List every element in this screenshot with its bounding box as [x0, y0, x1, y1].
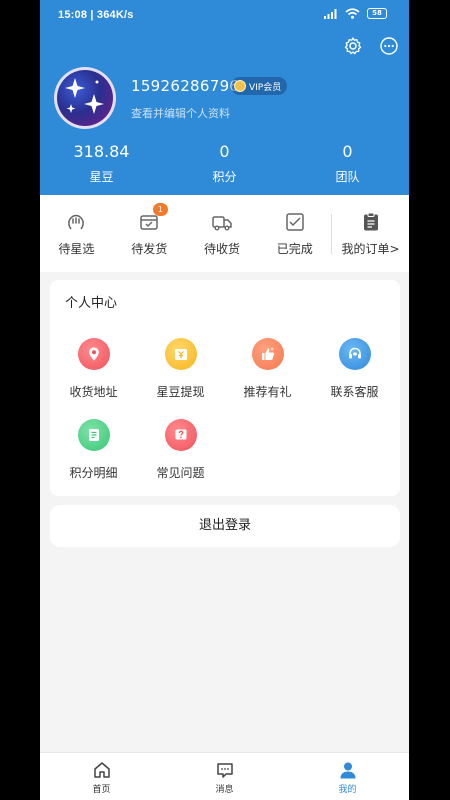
order-label: 待收货 [203, 241, 240, 256]
edit-profile-link[interactable]: 查看并编辑个人资料 [131, 105, 230, 121]
profile-header: 15:08 | 364K/s 58 15926286796 VIP会员 查看并编… [40, 0, 409, 195]
stats-row: 318.84 星豆 0 积分 0 团队 [40, 142, 409, 185]
location-icon [77, 338, 110, 370]
signal-icon [324, 8, 337, 19]
list-icon [77, 419, 110, 451]
bottom-tab-bar: 首页 消息 我的 [40, 752, 409, 800]
question-icon [164, 419, 197, 451]
menu-label: 收货地址 [69, 385, 118, 399]
headset-icon [338, 338, 371, 370]
stat-value: 0 [342, 142, 353, 161]
status-bar: 15:08 | 364K/s 58 [40, 0, 409, 30]
tab-label: 首页 [92, 785, 111, 795]
order-label: 待发货 [131, 241, 168, 256]
stat-stardust[interactable]: 318.84 星豆 [40, 142, 163, 185]
stat-team[interactable]: 0 团队 [286, 142, 409, 185]
personal-center-card: 个人中心 收货地址 星豆提现 推荐有礼 联系客服 积分明细 常见问题 [50, 280, 400, 496]
vip-badge: VIP会员 [231, 77, 288, 95]
tab-mine[interactable]: 我的 [286, 753, 409, 800]
app-screen: 15:08 | 364K/s 58 15926286796 VIP会员 查看并编… [40, 0, 409, 800]
tab-label: 消息 [215, 785, 234, 795]
order-status-bar: 待星选 1 待发货 待收货 已完成 我的订单> [40, 195, 409, 272]
menu-label: 常见问题 [156, 466, 205, 480]
order-count-badge: 1 [152, 202, 168, 216]
done-icon [286, 212, 304, 231]
stat-label: 星豆 [89, 170, 114, 184]
tab-home[interactable]: 首页 [40, 753, 163, 800]
home-icon [93, 762, 110, 778]
wifi-icon [345, 8, 360, 19]
avatar[interactable] [54, 67, 116, 129]
user-icon [340, 762, 355, 779]
medal-icon [234, 80, 246, 92]
stat-points[interactable]: 0 积分 [163, 142, 286, 185]
stat-value: 0 [219, 142, 230, 161]
logout-button[interactable]: 退出登录 [50, 505, 400, 547]
thumbs-up-icon [251, 338, 284, 370]
order-label: 待星选 [58, 241, 95, 256]
menu-customer-service[interactable]: 联系客服 [311, 338, 398, 400]
section-title: 个人中心 [65, 296, 118, 311]
order-pending-selection[interactable]: 待星选 [40, 211, 113, 257]
more-dots-icon[interactable] [379, 36, 399, 56]
status-icons: 58 [324, 8, 387, 19]
sparkle-stars-icon [65, 78, 104, 114]
stat-label: 团队 [335, 170, 360, 184]
stat-value: 318.84 [73, 142, 130, 161]
menu-label: 联系客服 [330, 385, 379, 399]
wallet-icon [164, 338, 197, 370]
header-actions [343, 36, 399, 56]
menu-label: 推荐有礼 [243, 385, 292, 399]
stat-label: 积分 [212, 170, 237, 184]
menu-faq[interactable]: 常见问题 [137, 419, 224, 481]
hand-icon [68, 214, 85, 229]
my-orders-label: 我的订单> [341, 241, 400, 256]
tab-messages[interactable]: 消息 [163, 753, 286, 800]
tab-label: 我的 [338, 785, 357, 795]
battery-icon: 58 [367, 8, 387, 19]
menu-points-detail[interactable]: 积分明细 [50, 419, 137, 481]
order-completed[interactable]: 已完成 [258, 211, 331, 257]
my-orders-link[interactable]: 我的订单> [332, 211, 409, 257]
menu-label: 积分明细 [69, 466, 118, 480]
order-pending-shipment[interactable]: 1 待发货 [113, 202, 186, 257]
menu-shipping-address[interactable]: 收货地址 [50, 338, 137, 400]
order-label: 已完成 [276, 241, 313, 256]
message-icon [216, 763, 233, 778]
menu-referral-reward[interactable]: 推荐有礼 [224, 338, 311, 400]
truck-icon [212, 215, 232, 230]
status-time: 15:08 | 364K/s [58, 9, 134, 21]
user-phone: 15926286796 [131, 77, 240, 95]
clipboard-icon [363, 212, 378, 230]
order-pending-receipt[interactable]: 待收货 [186, 211, 259, 257]
settings-gear-icon[interactable] [343, 36, 363, 56]
menu-label: 星豆提现 [156, 385, 205, 399]
vip-label: VIP会员 [249, 82, 282, 93]
menu-stardust-withdraw[interactable]: 星豆提现 [137, 338, 224, 400]
